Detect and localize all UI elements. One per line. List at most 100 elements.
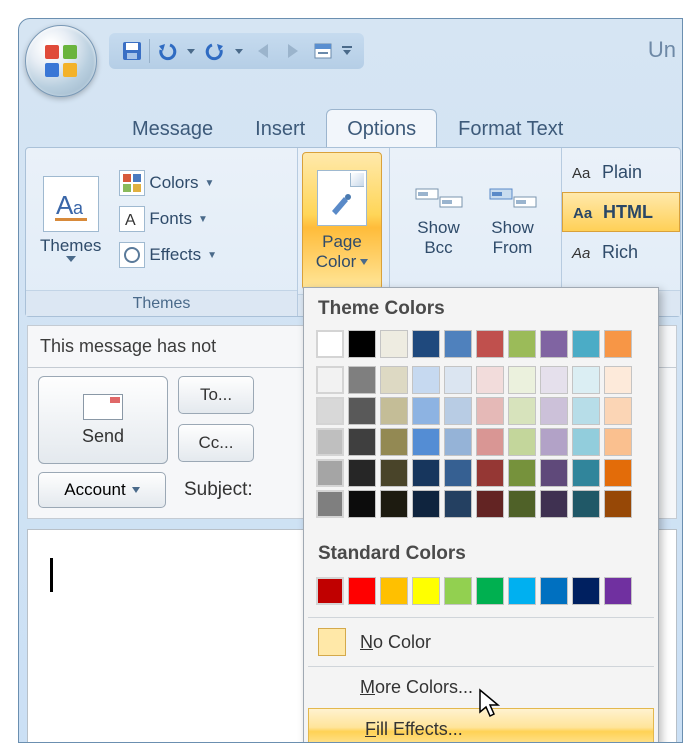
color-swatch[interactable]: [444, 490, 472, 518]
color-swatch[interactable]: [444, 577, 472, 605]
html-button[interactable]: Aa HTML: [562, 192, 680, 232]
page-color-button[interactable]: Page Color: [302, 152, 382, 290]
color-swatch[interactable]: [508, 366, 536, 394]
color-swatch[interactable]: [380, 397, 408, 425]
color-swatch[interactable]: [348, 459, 376, 487]
color-swatch[interactable]: [412, 366, 440, 394]
color-swatch[interactable]: [412, 428, 440, 456]
redo-dropdown-arrow[interactable]: [232, 38, 246, 64]
color-swatch[interactable]: [380, 577, 408, 605]
color-swatch[interactable]: [380, 490, 408, 518]
send-button[interactable]: Send: [38, 376, 168, 464]
color-swatch[interactable]: [508, 330, 536, 358]
plain-text-button[interactable]: Aa Plain: [562, 152, 680, 192]
to-button[interactable]: To...: [178, 376, 254, 414]
color-swatch[interactable]: [540, 428, 568, 456]
color-swatch[interactable]: [604, 330, 632, 358]
color-swatch[interactable]: [444, 397, 472, 425]
next-icon[interactable]: [280, 38, 306, 64]
color-swatch[interactable]: [444, 428, 472, 456]
color-swatch[interactable]: [540, 397, 568, 425]
color-swatch[interactable]: [444, 330, 472, 358]
color-swatch[interactable]: [540, 459, 568, 487]
color-swatch[interactable]: [348, 428, 376, 456]
color-swatch[interactable]: [540, 366, 568, 394]
color-swatch[interactable]: [604, 459, 632, 487]
color-swatch[interactable]: [316, 397, 344, 425]
color-swatch[interactable]: [412, 577, 440, 605]
color-swatch[interactable]: [572, 330, 600, 358]
color-swatch[interactable]: [508, 490, 536, 518]
color-swatch[interactable]: [572, 459, 600, 487]
show-bcc-button[interactable]: Show Bcc: [404, 180, 474, 258]
previous-icon[interactable]: [250, 38, 276, 64]
color-swatch[interactable]: [316, 330, 344, 358]
tab-options[interactable]: Options: [326, 109, 437, 147]
tab-insert[interactable]: Insert: [234, 109, 326, 147]
save-icon[interactable]: [119, 38, 145, 64]
color-swatch[interactable]: [508, 428, 536, 456]
office-button[interactable]: [25, 25, 97, 97]
color-swatch[interactable]: [348, 330, 376, 358]
account-button[interactable]: Account: [38, 472, 166, 508]
color-swatch[interactable]: [604, 428, 632, 456]
color-swatch[interactable]: [316, 428, 344, 456]
document-icon[interactable]: [310, 38, 336, 64]
color-swatch[interactable]: [476, 459, 504, 487]
color-swatch[interactable]: [412, 330, 440, 358]
no-color-item[interactable]: No Color: [304, 618, 658, 666]
color-swatch[interactable]: [380, 459, 408, 487]
color-swatch[interactable]: [380, 330, 408, 358]
colors-button[interactable]: Colors▼: [115, 168, 221, 198]
color-swatch[interactable]: [572, 366, 600, 394]
color-swatch[interactable]: [316, 459, 344, 487]
color-swatch[interactable]: [412, 490, 440, 518]
themes-button[interactable]: Aa Themes: [34, 172, 107, 266]
fonts-label: Fonts: [149, 209, 192, 229]
color-swatch[interactable]: [444, 366, 472, 394]
color-swatch[interactable]: [348, 490, 376, 518]
color-swatch[interactable]: [540, 490, 568, 518]
color-swatch[interactable]: [444, 459, 472, 487]
color-swatch[interactable]: [508, 459, 536, 487]
tab-message[interactable]: Message: [111, 109, 234, 147]
color-swatch[interactable]: [604, 577, 632, 605]
undo-icon[interactable]: [154, 38, 180, 64]
color-swatch[interactable]: [476, 330, 504, 358]
color-swatch[interactable]: [316, 490, 344, 518]
color-swatch[interactable]: [476, 397, 504, 425]
undo-dropdown-arrow[interactable]: [184, 38, 198, 64]
show-from-button[interactable]: Show From: [478, 180, 548, 258]
color-swatch[interactable]: [476, 366, 504, 394]
color-swatch[interactable]: [348, 397, 376, 425]
qat-customize-arrow[interactable]: [340, 38, 354, 64]
color-swatch[interactable]: [572, 490, 600, 518]
rich-text-button[interactable]: Aa Rich: [562, 232, 680, 272]
color-swatch[interactable]: [508, 577, 536, 605]
color-swatch[interactable]: [316, 366, 344, 394]
fonts-button[interactable]: A Fonts▼: [115, 204, 221, 234]
color-swatch[interactable]: [572, 397, 600, 425]
color-swatch[interactable]: [572, 577, 600, 605]
color-swatch[interactable]: [604, 366, 632, 394]
color-swatch[interactable]: [604, 397, 632, 425]
color-swatch[interactable]: [380, 366, 408, 394]
color-swatch[interactable]: [412, 459, 440, 487]
effects-button[interactable]: Effects▼: [115, 240, 221, 270]
color-swatch[interactable]: [540, 577, 568, 605]
tab-format-text[interactable]: Format Text: [437, 109, 584, 147]
color-swatch[interactable]: [476, 428, 504, 456]
color-swatch[interactable]: [476, 490, 504, 518]
color-swatch[interactable]: [604, 490, 632, 518]
color-swatch[interactable]: [412, 397, 440, 425]
color-swatch[interactable]: [572, 428, 600, 456]
color-swatch[interactable]: [508, 397, 536, 425]
redo-icon[interactable]: [202, 38, 228, 64]
color-swatch[interactable]: [348, 577, 376, 605]
color-swatch[interactable]: [540, 330, 568, 358]
color-swatch[interactable]: [316, 577, 344, 605]
cc-button[interactable]: Cc...: [178, 424, 254, 462]
color-swatch[interactable]: [476, 577, 504, 605]
color-swatch[interactable]: [348, 366, 376, 394]
color-swatch[interactable]: [380, 428, 408, 456]
